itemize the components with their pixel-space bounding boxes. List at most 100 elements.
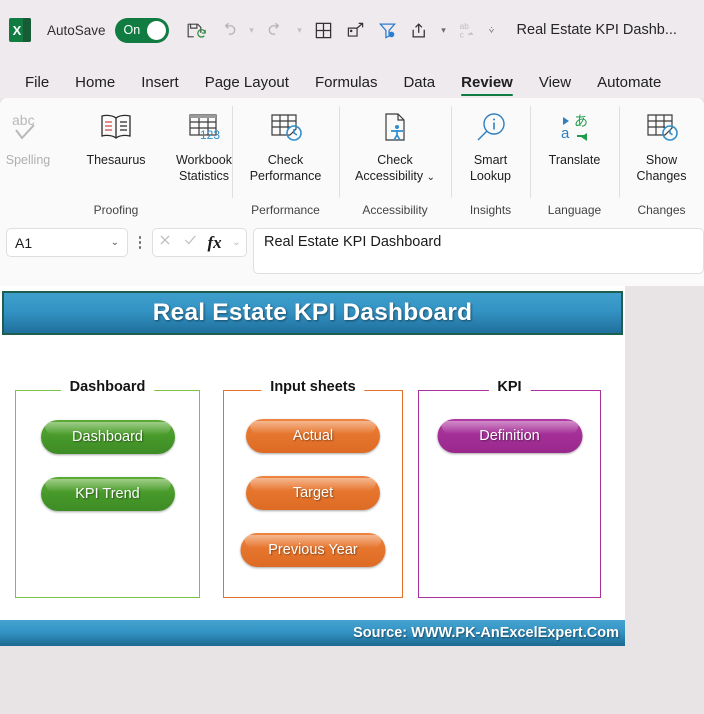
spelling-abc-icon: ab c [453, 15, 483, 45]
smart-lookup-icon [473, 106, 509, 150]
ribbon-tab-bar: File Home Insert Page Layout Formulas Da… [0, 60, 704, 98]
tab-automate[interactable]: Automate [584, 72, 674, 98]
svg-text:abc: abc [12, 112, 35, 128]
tab-formulas[interactable]: Formulas [302, 72, 391, 98]
autosave-state-label: On [123, 23, 141, 37]
button-target[interactable]: Target [246, 476, 380, 510]
save-icon[interactable] [181, 15, 211, 45]
excel-logo-icon: X [9, 18, 31, 42]
title-bar: X AutoSave On ▾ ▾ ▾ ab c ⩒ Real Estate K… [0, 0, 704, 60]
touch-draw-icon[interactable] [341, 15, 371, 45]
share-icon[interactable] [405, 15, 435, 45]
tab-insert[interactable]: Insert [128, 72, 192, 98]
button-actual[interactable]: Actual [246, 419, 380, 453]
tab-view[interactable]: View [526, 72, 584, 98]
redo-chevron-down-icon[interactable]: ▾ [293, 25, 307, 36]
check-accessibility-text: Check Accessibility [355, 153, 424, 183]
tab-page-layout[interactable]: Page Layout [192, 72, 302, 98]
button-definition-label: Definition [479, 428, 540, 444]
name-box-chevron-down-icon[interactable]: ⌄ [111, 237, 119, 248]
ribbon-group-label-language: Language [547, 203, 602, 217]
button-previous-year-label: Previous Year [268, 542, 358, 558]
ribbon-group-label-performance: Performance [251, 203, 320, 217]
thesaurus-button[interactable]: Thesaurus [72, 103, 160, 168]
panel-input-sheets-title: Input sheets [261, 379, 365, 395]
panel-dashboard-title: Dashboard [60, 379, 155, 395]
check-accessibility-icon [376, 106, 414, 150]
ribbon-group-label-insights: Insights [469, 203, 512, 217]
workbook-statistics-icon: 123 [185, 106, 223, 150]
button-actual-label: Actual [292, 428, 334, 444]
svg-text:a: a [561, 125, 570, 142]
panel-kpi: KPI Definition [418, 379, 601, 598]
autosave-toggle[interactable]: On [114, 17, 169, 43]
ribbon-group-label-proofing: Proofing [93, 203, 139, 217]
thesaurus-book-icon [97, 106, 135, 150]
translate-icon: a あ [557, 106, 593, 150]
enter-check-icon[interactable] [183, 233, 197, 252]
spelling-check-icon: abc [8, 106, 48, 150]
formula-bar-options-icon[interactable] [131, 228, 149, 257]
dashboard-panels: Dashboard Dashboard KPI Trend Input shee… [0, 368, 625, 598]
check-performance-icon [266, 106, 306, 150]
spelling-button[interactable]: abc Spelling [0, 103, 72, 168]
ribbon-body: abc Spelling Thesaurus 123 Workbook Stat… [0, 98, 704, 220]
show-changes-icon [643, 106, 681, 150]
ribbon-group-proofing: abc Spelling Thesaurus 123 Workbook Stat… [0, 98, 232, 220]
ribbon-group-language: a あ Translate Language [530, 98, 619, 220]
tab-data[interactable]: Data [390, 72, 448, 98]
smart-lookup-button[interactable]: Smart Lookup [453, 103, 528, 184]
tab-review[interactable]: Review [448, 72, 526, 98]
button-previous-year[interactable]: Previous Year [240, 533, 386, 567]
table-icon[interactable] [309, 15, 339, 45]
formula-action-group: fx ⌄ [152, 228, 247, 257]
check-performance-button[interactable]: Check Performance [234, 103, 337, 184]
check-performance-label: Check Performance [249, 153, 322, 183]
dashboard-banner: Real Estate KPI Dashboard [2, 291, 623, 335]
formula-expand-chevron-down-icon[interactable]: ⌄ [232, 237, 240, 248]
svg-text:c: c [459, 30, 463, 40]
button-kpi-trend[interactable]: KPI Trend [40, 477, 175, 511]
quick-access-toolbar: ▾ ▾ ▾ ab c ⩒ [181, 15, 499, 45]
insert-function-icon[interactable]: fx [208, 233, 222, 253]
tab-home[interactable]: Home [62, 72, 128, 98]
document-title: Real Estate KPI Dashb... [516, 22, 677, 38]
share-chevron-down-icon[interactable]: ▾ [437, 25, 451, 36]
panel-dashboard: Dashboard Dashboard KPI Trend [15, 379, 200, 598]
formula-input[interactable]: Real Estate KPI Dashboard [253, 228, 704, 274]
button-dashboard[interactable]: Dashboard [40, 420, 175, 454]
source-footer-bar: Source: WWW.PK-AnExcelExpert.Com [0, 620, 625, 646]
undo-chevron-down-icon[interactable]: ▾ [245, 25, 259, 36]
filter-icon[interactable] [373, 15, 403, 45]
undo-icon[interactable] [213, 15, 243, 45]
translate-button[interactable]: a あ Translate [532, 103, 617, 168]
ribbon-group-accessibility: Check Accessibility ⌄ Accessibility [339, 98, 451, 220]
check-accessibility-button[interactable]: Check Accessibility ⌄ [341, 103, 449, 185]
source-footer-text: Source: WWW.PK-AnExcelExpert.Com [353, 625, 619, 641]
chevron-down-icon[interactable]: ⌄ [427, 172, 435, 183]
ribbon-group-performance: Check Performance Performance [232, 98, 339, 220]
show-changes-label: Show Changes [636, 153, 687, 183]
svg-text:あ: あ [574, 114, 588, 130]
button-definition[interactable]: Definition [437, 419, 582, 453]
worksheet-canvas: Real Estate KPI Dashboard Dashboard Dash… [0, 286, 625, 646]
autosave-label: AutoSave [47, 22, 106, 38]
translate-label: Translate [548, 153, 601, 167]
cancel-x-icon[interactable] [158, 233, 172, 252]
thesaurus-label: Thesaurus [86, 153, 146, 167]
tab-file[interactable]: File [12, 72, 62, 98]
ribbon-group-changes: Show Changes Changes [619, 98, 704, 220]
smart-lookup-label: Smart Lookup [469, 153, 511, 183]
name-box[interactable]: A1 ⌄ [6, 228, 128, 257]
ribbon-group-insights: Smart Lookup Insights [451, 98, 530, 220]
formula-bar: A1 ⌄ fx ⌄ Real Estate KPI Dashboard [0, 220, 704, 286]
show-changes-button[interactable]: Show Changes [621, 103, 702, 184]
button-target-label: Target [292, 485, 334, 501]
customize-toolbar-icon[interactable]: ⩒ [485, 25, 499, 36]
redo-icon[interactable] [261, 15, 291, 45]
ribbon-group-label-accessibility: Accessibility [362, 203, 428, 217]
button-kpi-trend-label: KPI Trend [75, 486, 140, 502]
autosave-toggle-knob [146, 20, 166, 40]
panel-input-sheets: Input sheets Actual Target Previous Year [223, 379, 403, 598]
ribbon-group-label-changes: Changes [637, 203, 686, 217]
